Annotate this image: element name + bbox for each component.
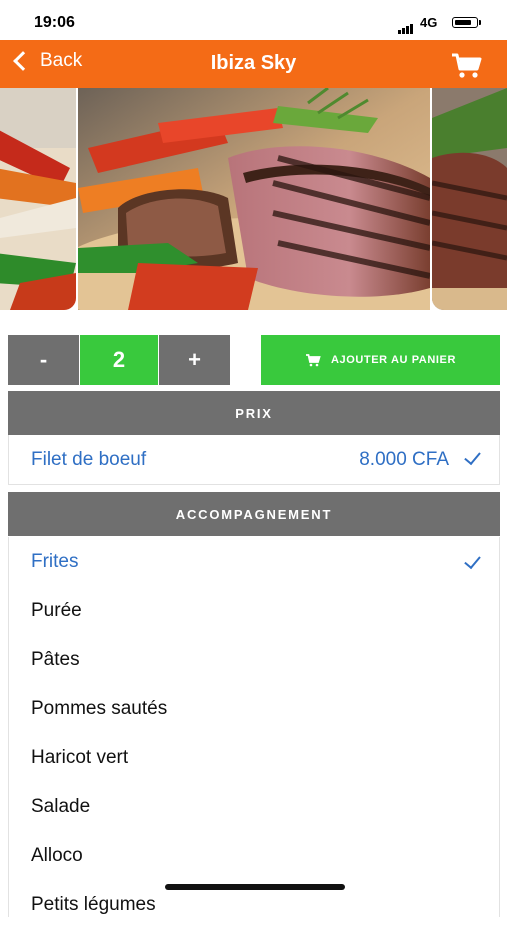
checkmark-icon <box>464 551 481 570</box>
status-bar: 19:06 4G <box>0 0 507 40</box>
side-option-alloco[interactable]: Alloco <box>9 831 499 880</box>
side-option-label: Pommes sautés <box>31 697 168 719</box>
image-carousel[interactable] <box>0 88 507 310</box>
side-option-label: Pâtes <box>31 648 80 670</box>
price-item-name: Filet de boeuf <box>31 448 147 470</box>
quantity-stepper: - 2 + <box>8 335 230 385</box>
network-label: 4G <box>420 15 438 30</box>
status-time: 19:06 <box>34 14 75 31</box>
price-item-value: 8.000 CFA <box>359 448 449 470</box>
nav-bar: Back Ibiza Sky <box>0 40 507 88</box>
side-option-label: Haricot vert <box>31 746 129 768</box>
side-option-salade[interactable]: Salade <box>9 782 499 831</box>
steak-photo <box>78 88 430 310</box>
cart-icon[interactable] <box>450 52 484 80</box>
price-section-header: PRIX <box>8 391 500 435</box>
side-option-label: Purée <box>31 599 82 621</box>
side-option-label: Salade <box>31 795 91 817</box>
battery-icon <box>452 17 478 28</box>
side-option-haricot-vert[interactable]: Haricot vert <box>9 733 499 782</box>
page-title: Ibiza Sky <box>210 52 297 74</box>
side-option-label: Petits légumes <box>31 893 156 915</box>
side-option-label: Alloco <box>31 844 83 866</box>
side-option-label: Frites <box>31 550 79 572</box>
side-options-list: Frites Purée Pâtes Pommes sautés Haricot… <box>8 537 500 917</box>
home-indicator[interactable] <box>165 884 345 890</box>
side-option-pates[interactable]: Pâtes <box>9 635 499 684</box>
quantity-value: 2 <box>80 335 158 385</box>
checkmark-icon <box>464 447 481 466</box>
decrement-button[interactable]: - <box>8 335 79 385</box>
side-option-puree[interactable]: Purée <box>9 586 499 635</box>
side-section-header: ACCOMPAGNEMENT <box>8 492 500 536</box>
increment-button[interactable]: + <box>159 335 230 385</box>
battery-tip <box>479 20 481 25</box>
signal-icon <box>398 16 414 34</box>
add-to-cart-label: AJOUTER AU PANIER <box>330 354 457 366</box>
dish-photo-left <box>0 88 76 310</box>
cart-icon <box>305 353 321 366</box>
add-to-cart-button[interactable]: AJOUTER AU PANIER <box>261 335 500 385</box>
side-option-pommes-sautes[interactable]: Pommes sautés <box>9 684 499 733</box>
price-option-row[interactable]: Filet de boeuf 8.000 CFA <box>8 435 500 485</box>
dish-photo-right <box>432 88 507 310</box>
side-option-frites[interactable]: Frites <box>9 537 499 586</box>
